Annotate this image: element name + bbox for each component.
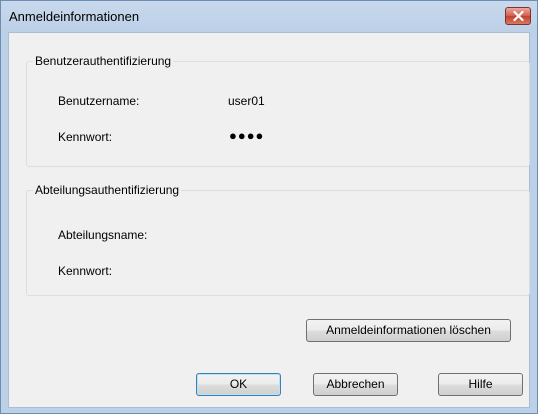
title-bar[interactable]: Anmeldeinformationen [1, 1, 537, 31]
dept-password-label: Kennwort: [58, 264, 113, 278]
user-auth-group: Benutzerauthentifizierung Benutzername: … [26, 54, 530, 167]
username-value: user01 [228, 94, 265, 108]
help-button[interactable]: Hilfe [438, 373, 523, 396]
cancel-button[interactable]: Abbrechen [313, 373, 398, 396]
close-button[interactable] [505, 7, 531, 25]
ok-button[interactable]: OK [196, 373, 281, 396]
user-auth-legend: Benutzerauthentifizierung [33, 54, 174, 68]
dept-auth-group: Abteilungsauthentifizierung Abteilungsna… [26, 183, 530, 296]
window-title: Anmeldeinformationen [9, 9, 140, 24]
dept-name-label: Abteilungsname: [58, 228, 148, 242]
clear-credentials-button[interactable]: Anmeldeinformationen löschen [306, 319, 511, 342]
dialog-client-area: Benutzerauthentifizierung Benutzername: … [8, 32, 530, 408]
credentials-dialog: Anmeldeinformationen Benutzerauthentifiz… [0, 0, 538, 414]
user-password-value: ●●●● [229, 128, 265, 143]
username-label: Benutzername: [58, 94, 140, 108]
user-password-label: Kennwort: [58, 130, 113, 144]
dept-auth-legend: Abteilungsauthentifizierung [33, 183, 182, 197]
close-icon [513, 11, 524, 21]
